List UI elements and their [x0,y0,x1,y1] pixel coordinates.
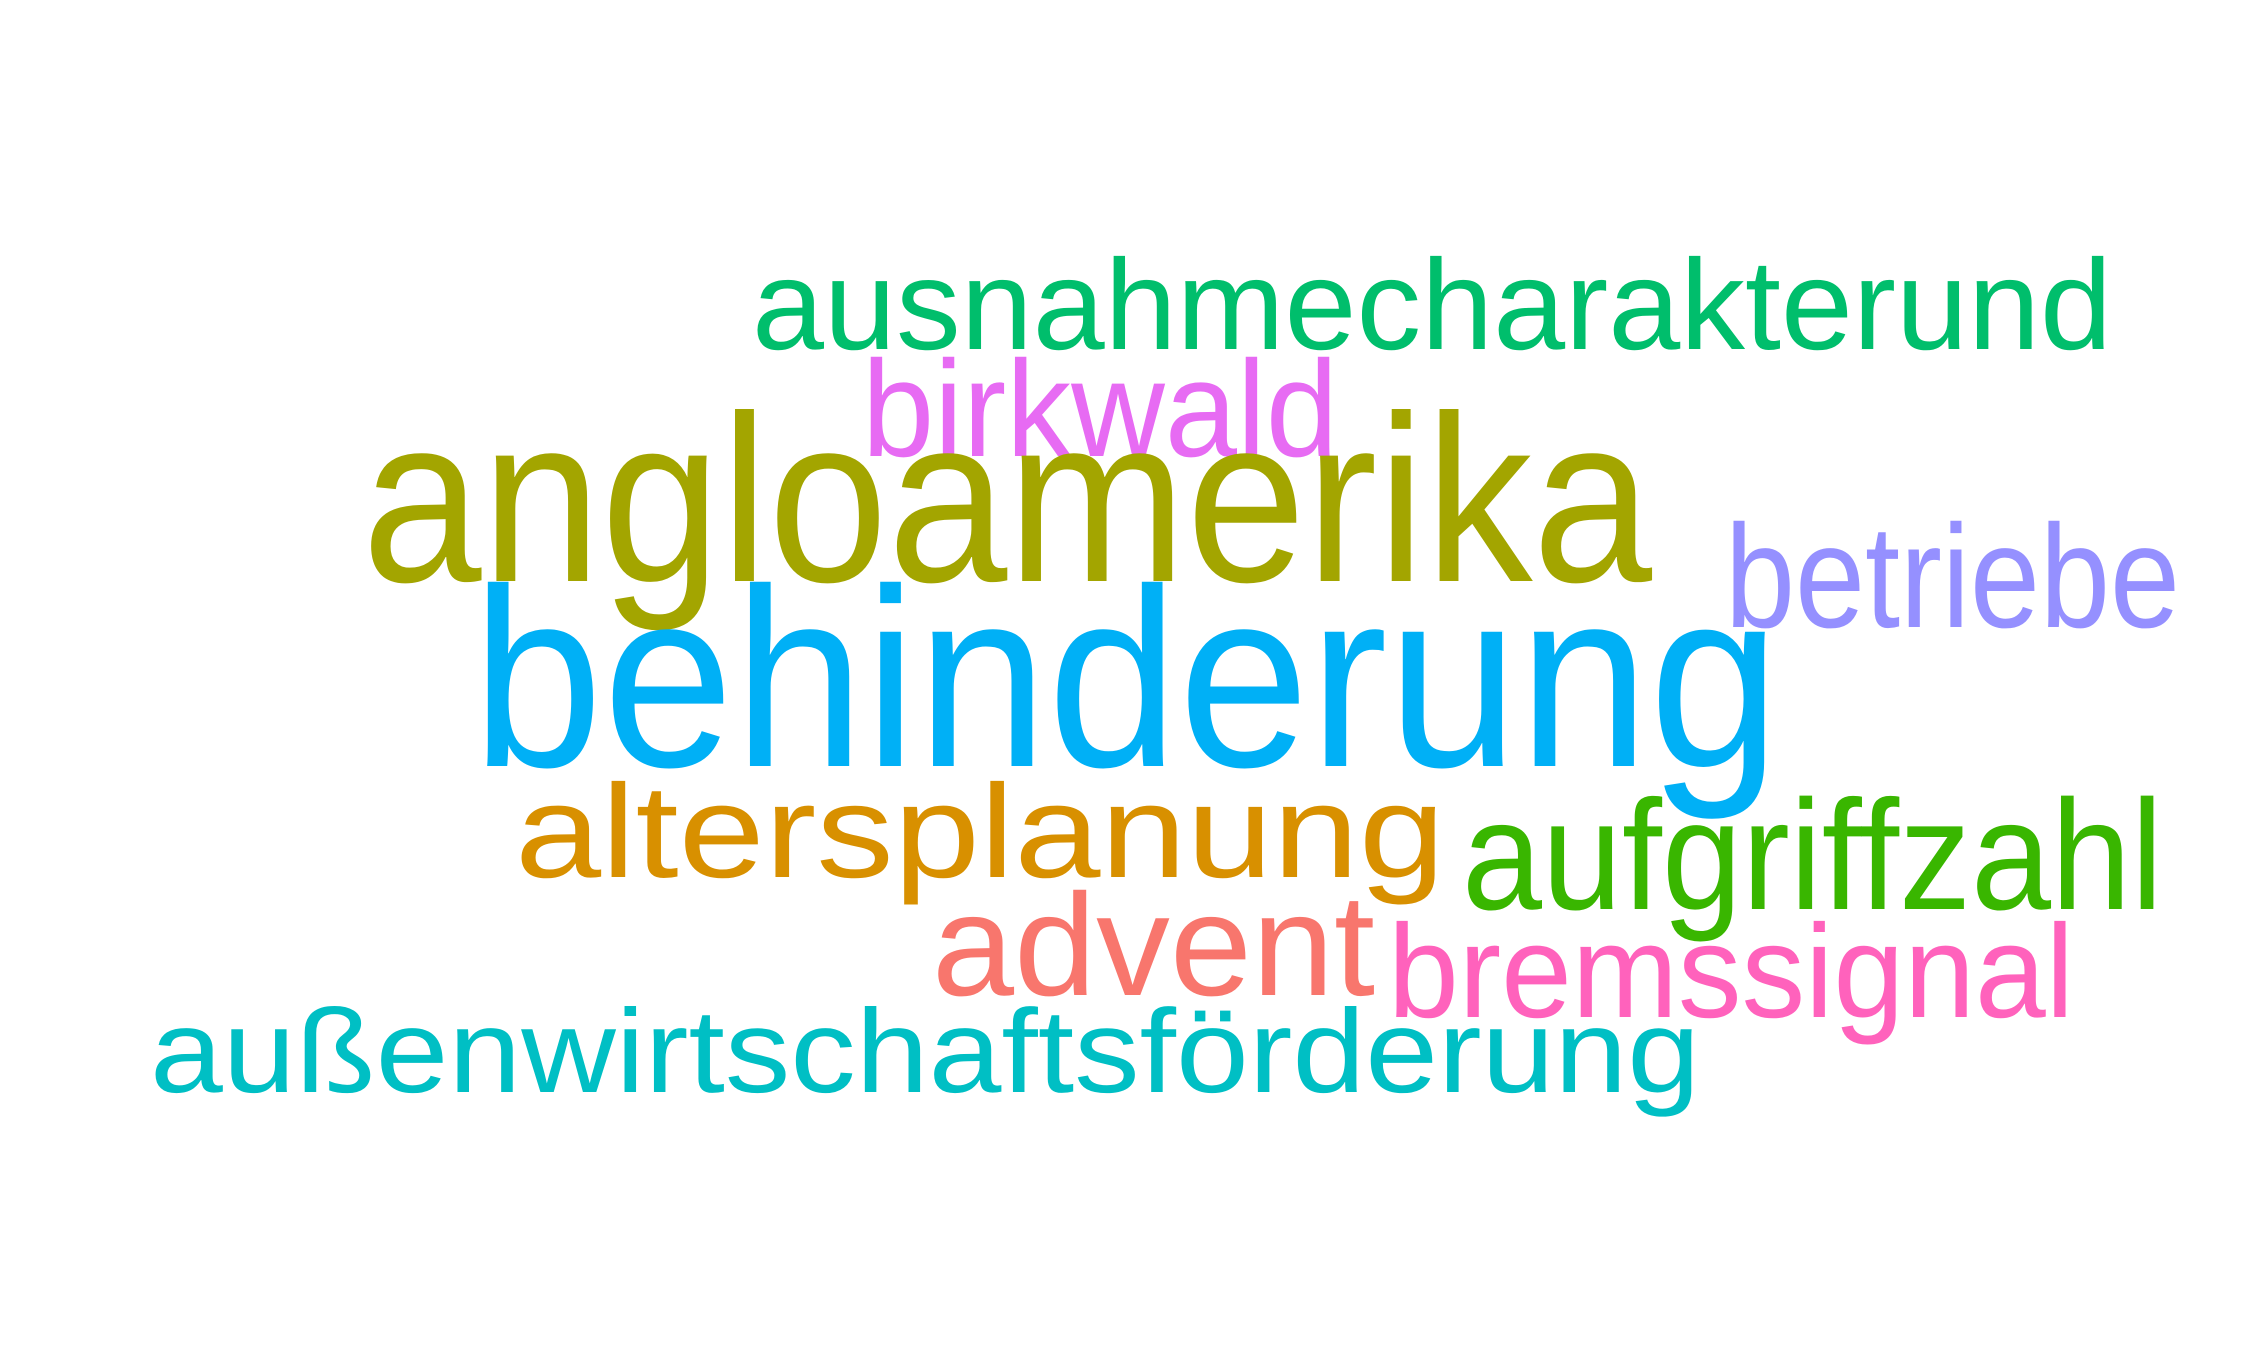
word-betriebe: betriebe [1725,494,2181,659]
word-cloud: ausnahmecharakterund birkwald angloameri… [0,0,2246,1350]
word-aussenwirtschaftsfoerderung: außenwirtschaftsförderung [150,985,1701,1118]
